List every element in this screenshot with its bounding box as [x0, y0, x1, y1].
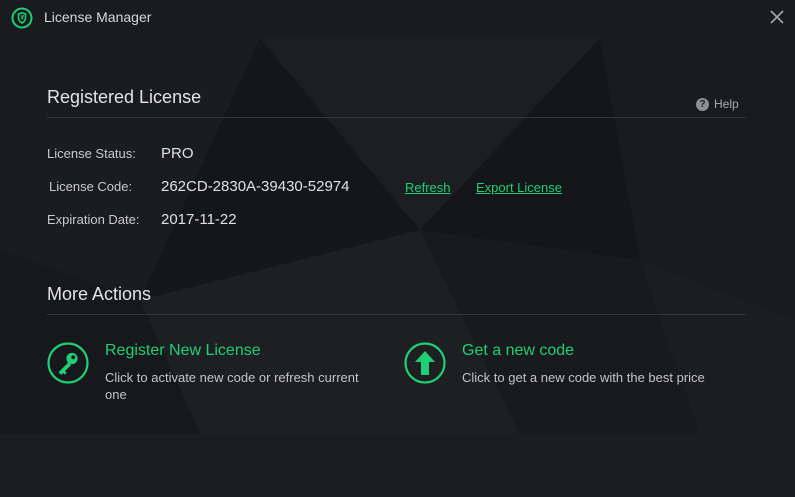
expiration-date-label: Expiration Date:: [47, 212, 140, 227]
footer-bar: [0, 434, 795, 497]
title-bar: License Manager: [0, 0, 795, 38]
license-status-label: License Status:: [47, 146, 136, 161]
expiration-date-value: 2017-11-22: [161, 211, 237, 228]
close-icon[interactable]: [766, 6, 788, 28]
description-line: one: [105, 387, 127, 402]
arrow-up-icon: [404, 342, 446, 384]
background-pattern: [0, 38, 795, 434]
divider: [47, 117, 746, 118]
get-new-code-action[interactable]: Get a new code Click to get a new code w…: [404, 342, 734, 406]
divider: [47, 314, 746, 315]
get-new-code-title: Get a new code: [462, 342, 575, 359]
help-icon: ?: [696, 97, 709, 111]
license-code-value: 262CD-2830A-39430-52974: [161, 178, 350, 195]
description-line: Click to activate new code or refresh cu…: [105, 370, 359, 385]
app-logo-icon: [11, 7, 33, 29]
license-status-value: PRO: [161, 145, 194, 162]
refresh-link[interactable]: Refresh: [405, 180, 451, 195]
export-license-link[interactable]: Export License: [476, 180, 562, 195]
help-button[interactable]: ? Help: [696, 96, 739, 112]
register-new-license-description: Click to activate new code or refresh cu…: [105, 369, 359, 403]
register-new-license-action[interactable]: Register New License Click to activate n…: [47, 342, 387, 406]
license-code-label: License Code:: [49, 179, 133, 194]
register-new-license-title: Register New License: [105, 342, 261, 359]
window-title: License Manager: [44, 9, 152, 25]
more-actions-heading: More Actions: [47, 284, 152, 304]
help-label: Help: [714, 97, 739, 111]
key-icon: [47, 342, 89, 384]
registered-license-heading: Registered License: [47, 87, 202, 107]
get-new-code-description: Click to get a new code with the best pr…: [462, 370, 705, 385]
